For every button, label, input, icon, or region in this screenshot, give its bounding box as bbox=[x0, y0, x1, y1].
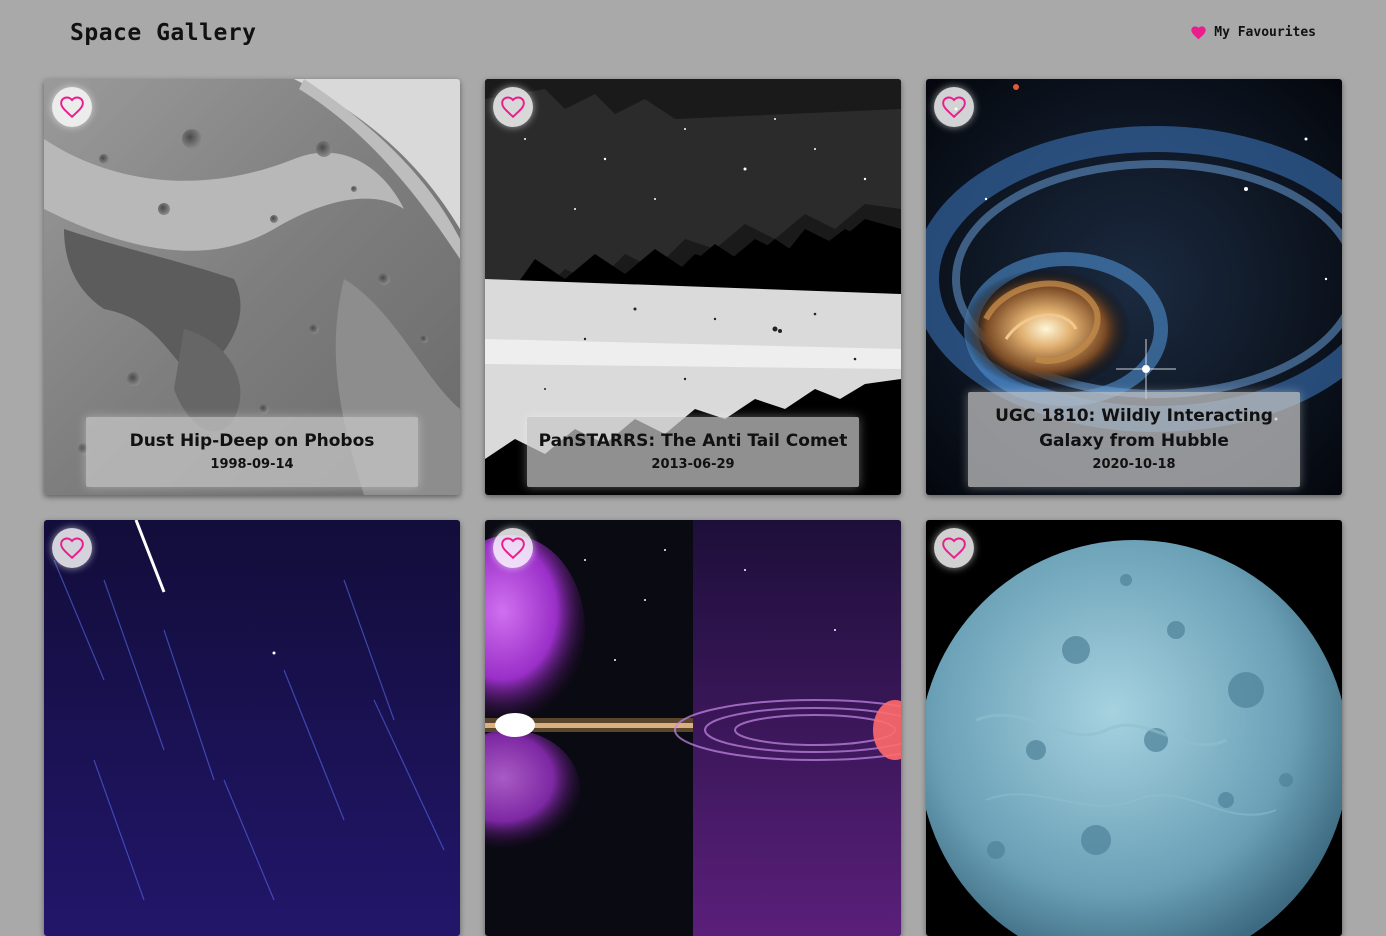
card-date: 2013-06-29 bbox=[651, 457, 735, 472]
galactic-bubbles-image bbox=[485, 520, 901, 936]
site-logo-title[interactable]: Space Gallery bbox=[70, 20, 257, 46]
heart-outline-icon bbox=[942, 537, 966, 560]
favourite-toggle-button[interactable] bbox=[493, 87, 533, 127]
gallery-grid: Dust Hip-Deep on Phobos 1998-09-14 PanST… bbox=[44, 79, 1342, 936]
icy-moon-image bbox=[926, 520, 1342, 936]
card-title: PanSTARRS: The Anti Tail Comet bbox=[538, 431, 848, 451]
heart-outline-icon bbox=[501, 96, 525, 119]
gallery-card-panstarrs[interactable]: PanSTARRS: The Anti Tail Comet 2013-06-2… bbox=[485, 79, 901, 495]
favourite-toggle-button[interactable] bbox=[493, 528, 533, 568]
my-favourites-link[interactable]: My Favourites bbox=[1190, 25, 1316, 40]
heart-outline-icon bbox=[60, 537, 84, 560]
gallery-card-star-trails[interactable] bbox=[44, 520, 460, 936]
heart-filled-icon bbox=[1191, 26, 1206, 40]
gallery-card-ugc1810[interactable]: UGC 1810: Wildly Interacting Galaxy from… bbox=[926, 79, 1342, 495]
heart-outline-icon bbox=[942, 96, 966, 119]
card-caption: PanSTARRS: The Anti Tail Comet 2013-06-2… bbox=[527, 417, 859, 487]
card-caption: Dust Hip-Deep on Phobos 1998-09-14 bbox=[86, 417, 418, 487]
heart-outline-icon bbox=[501, 537, 525, 560]
card-date: 1998-09-14 bbox=[210, 457, 294, 472]
card-caption: UGC 1810: Wildly Interacting Galaxy from… bbox=[968, 392, 1300, 487]
card-title: Dust Hip-Deep on Phobos bbox=[129, 431, 375, 451]
gallery-card-icy-moon[interactable] bbox=[926, 520, 1342, 936]
favourite-toggle-button[interactable] bbox=[934, 87, 974, 127]
card-date: 2020-10-18 bbox=[1092, 457, 1176, 472]
gallery-card-galactic-bubbles[interactable] bbox=[485, 520, 901, 936]
heart-outline-icon bbox=[60, 96, 84, 119]
card-title: UGC 1810: Wildly Interacting Galaxy from… bbox=[995, 406, 1273, 451]
my-favourites-label: My Favourites bbox=[1214, 25, 1316, 40]
favourite-toggle-button[interactable] bbox=[52, 528, 92, 568]
star-trails-image bbox=[44, 520, 460, 936]
favourite-toggle-button[interactable] bbox=[934, 528, 974, 568]
favourite-toggle-button[interactable] bbox=[52, 87, 92, 127]
gallery-card-phobos[interactable]: Dust Hip-Deep on Phobos 1998-09-14 bbox=[44, 79, 460, 495]
